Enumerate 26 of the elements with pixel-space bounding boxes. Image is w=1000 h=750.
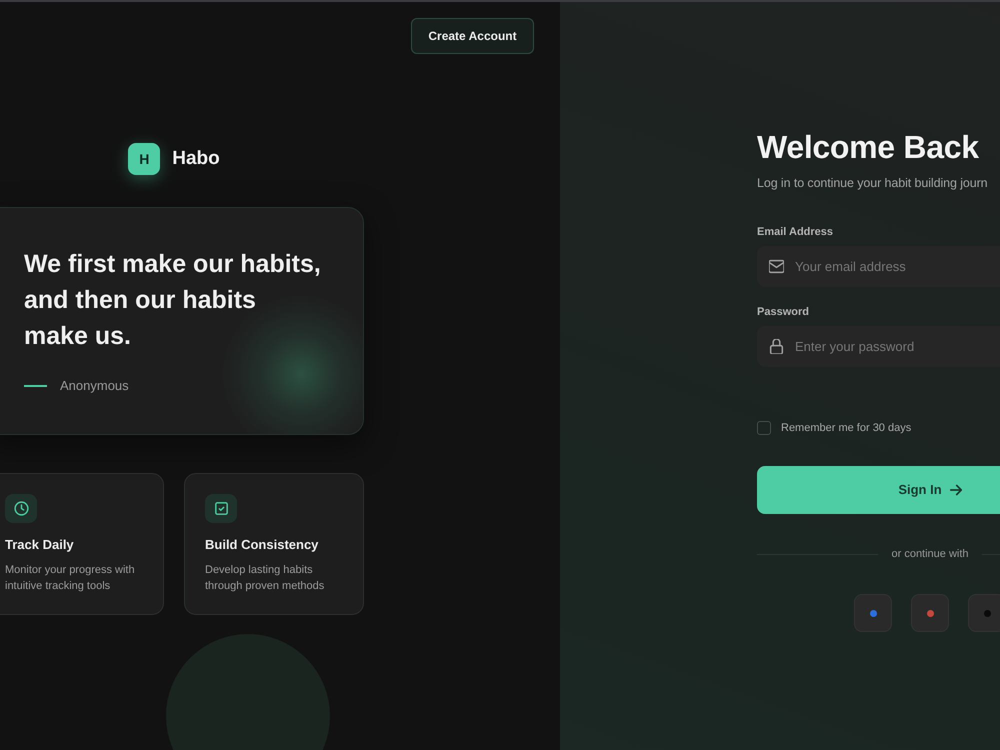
logo-mark: H [128, 143, 160, 175]
field-label: Password [757, 305, 810, 320]
welcome-subtitle: Log in to continue your habit building journ [757, 175, 988, 192]
remember-label: Remember me for 30 days [781, 421, 912, 436]
feature-title: Build Consistency [205, 536, 320, 554]
clock-icon [5, 494, 37, 523]
field-label: Email Address [757, 225, 834, 240]
quote-text: We first make our habits, and then our habits make us. [24, 249, 322, 352]
sign-in-button[interactable]: Sign In [757, 466, 1000, 514]
feature-description: Develop lasting habits through proven methods [205, 563, 326, 594]
welcome-title: Welcome Back [757, 128, 980, 167]
feature-title: Track Daily [5, 536, 75, 554]
quote-author: Anonymous [60, 378, 129, 394]
create-account-button[interactable]: Create Account [411, 18, 534, 54]
divider-text: or continue with [891, 547, 969, 562]
feature-description: Monitor your progress with intuitive tracking tools [5, 563, 136, 594]
email-field[interactable]: Your email address [757, 246, 1000, 287]
remember-checkbox[interactable] [757, 421, 771, 435]
lock-icon [769, 339, 784, 354]
checkbox-icon [205, 494, 237, 523]
arrow-right-icon [950, 484, 962, 496]
social-login-button[interactable] [911, 594, 949, 632]
brand-name: Habo [172, 146, 220, 171]
mail-icon [769, 259, 784, 274]
password-field[interactable]: Enter your password [757, 326, 1000, 367]
social-login-button[interactable] [854, 594, 892, 632]
